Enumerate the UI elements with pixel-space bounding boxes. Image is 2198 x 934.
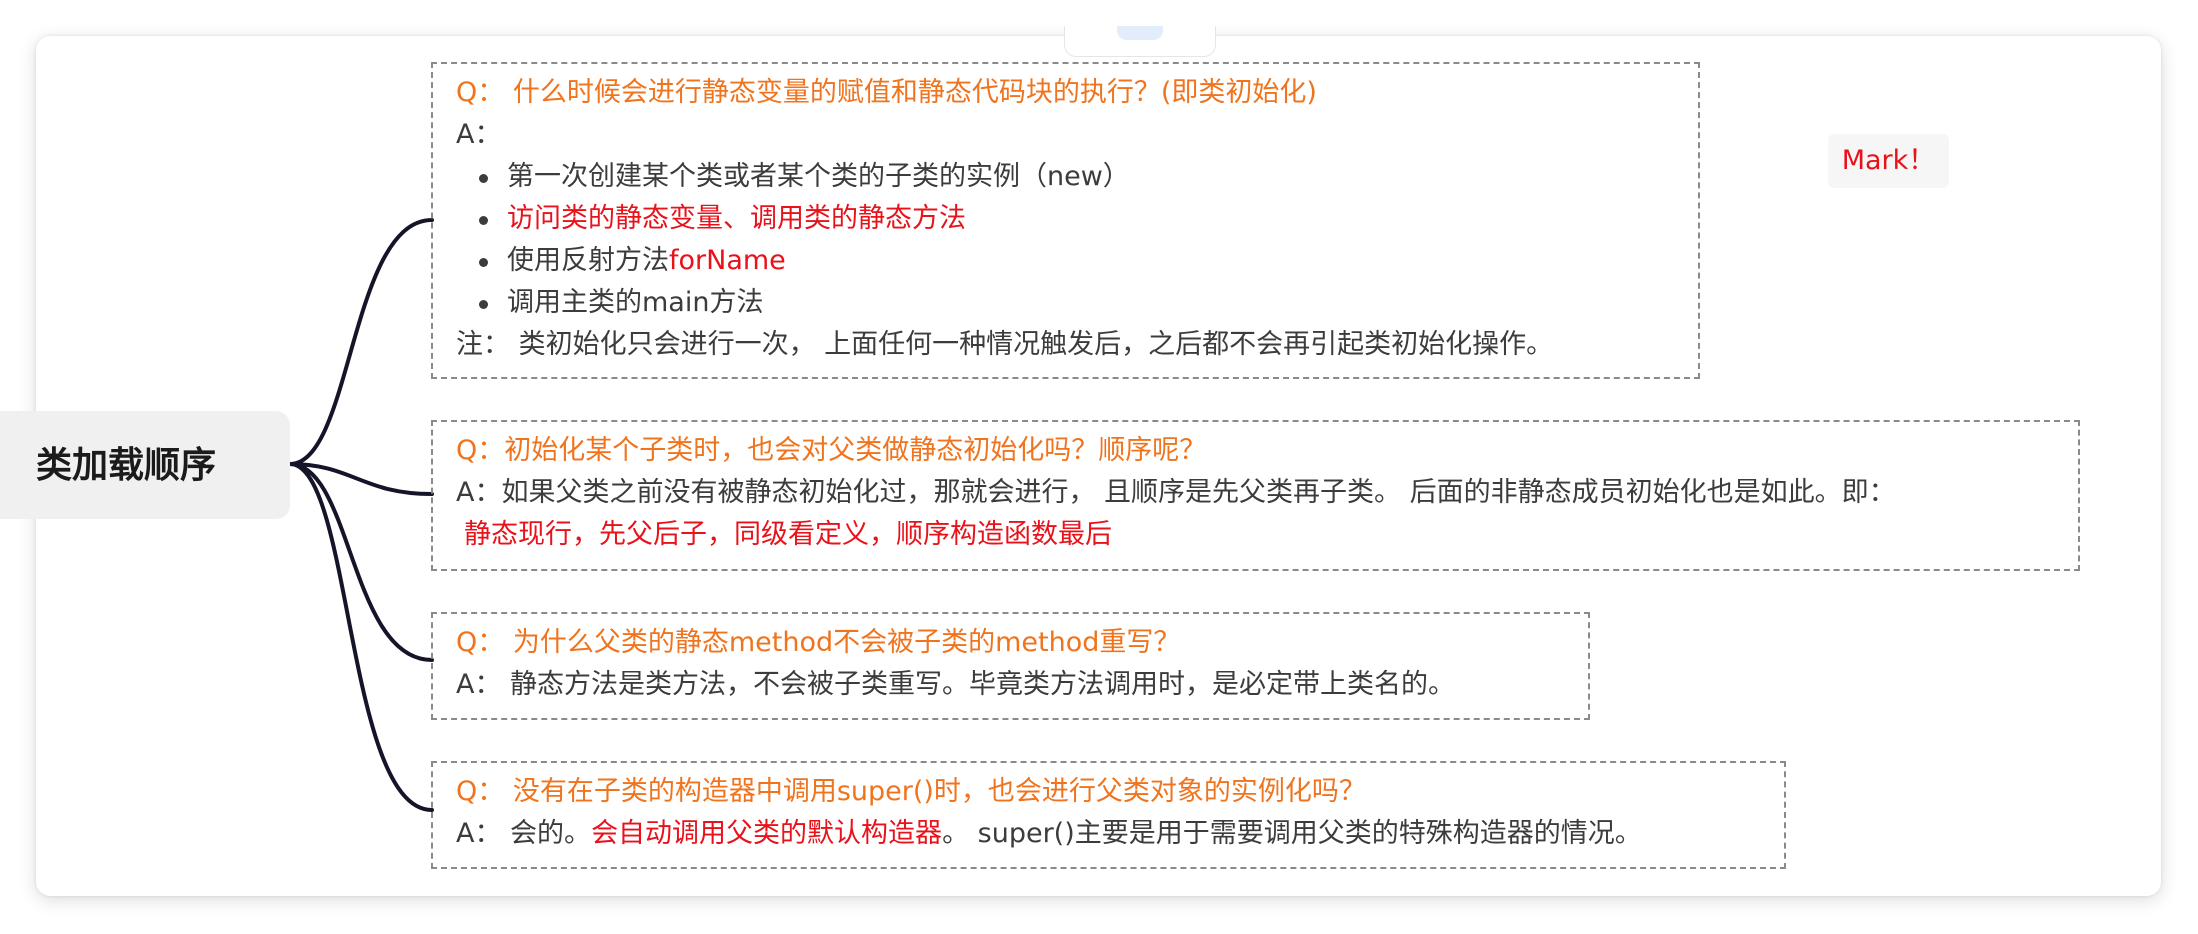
topic-parent-static-init[interactable]: Q：初始化某个子类时，也会对父类做静态初始化吗？顺序呢？ A：如果父类之前没有被… xyxy=(431,420,2080,571)
note-text: 注： 类初始化只会进行一次， 上面任何一种情况触发后，之后都不会再引起类初始化操… xyxy=(456,329,1554,360)
answer-text: A：如果父类之前没有被静态初始化过，那就会进行， 且顺序是先父类再子类。 后面的… xyxy=(456,477,1896,508)
bullet-text: 使用反射方法 xyxy=(507,245,669,276)
answer-line: A： 会的。会自动调用父类的默认构造器。 super()主要是用于需要调用父类的… xyxy=(456,813,1784,855)
answer-text: A： 静态方法是类方法，不会被子类重写。毕竟类方法调用时，是必定带上类名的。 xyxy=(456,669,1456,700)
topic-super-call[interactable]: Q： 没有在子类的构造器中调用super()时，也会进行父类对象的实例化吗？ A… xyxy=(431,761,1786,869)
connector-topic-4 xyxy=(288,462,434,812)
answer-highlight: 会自动调用父类的默认构造器 xyxy=(591,818,943,849)
answer-bullet-list: 第一次创建某个类或者某个类的子类的实例（new） 访问类的静态变量、调用类的静态… xyxy=(456,156,1698,324)
topic-class-init-timing[interactable]: Q： 什么时候会进行静态变量的赋值和静态代码块的执行？(即类初始化) A： 第一… xyxy=(431,62,1700,379)
question-text: Q： 为什么父类的静态method不会被子类的method重写？ xyxy=(456,627,1181,658)
bullet-item: 调用主类的main方法 xyxy=(479,282,1698,324)
topic-static-method-override[interactable]: Q： 为什么父类的静态method不会被子类的method重写？ A： 静态方法… xyxy=(431,612,1590,720)
answer-highlight: 静态现行，先父后子，同级看定义，顺序构造函数最后 xyxy=(464,519,1112,550)
connector-topic-1 xyxy=(288,218,434,466)
bullet-highlight-text: forName xyxy=(669,245,786,276)
answer-suffix: 。 super()主要是用于需要调用父类的特殊构造器的情况。 xyxy=(942,818,1642,849)
question-text: Q：初始化某个子类时，也会对父类做静态初始化吗？顺序呢？ xyxy=(456,435,1207,466)
bullet-item: 第一次创建某个类或者某个类的子类的实例（new） xyxy=(479,156,1698,198)
mark-sticker[interactable]: Mark！ xyxy=(1828,134,1949,188)
answer-prefix: A： xyxy=(456,119,502,150)
question-text: Q： 什么时候会进行静态变量的赋值和静态代码块的执行？(即类初始化) xyxy=(456,77,1317,108)
bullet-item-highlight: 访问类的静态变量、调用类的静态方法 xyxy=(479,198,1698,240)
answer-prefix: A： 会的。 xyxy=(456,818,592,849)
root-topic-label: 类加载顺序 xyxy=(36,445,217,486)
bullet-item: 使用反射方法forName xyxy=(479,240,1698,282)
question-text: Q： 没有在子类的构造器中调用super()时，也会进行父类对象的实例化吗？ xyxy=(456,776,1366,807)
